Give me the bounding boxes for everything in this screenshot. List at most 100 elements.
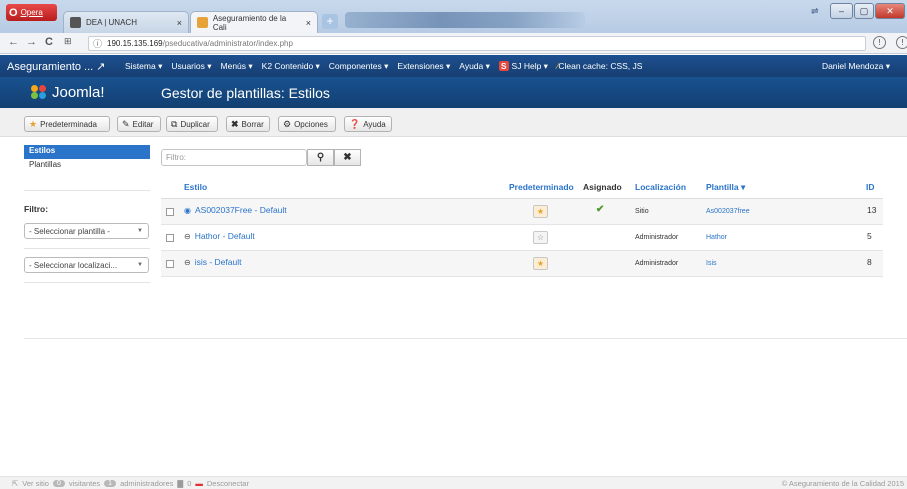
style-name-link[interactable]: ◉ AS002037Free - Default [184, 205, 287, 215]
opera-turbo-icon[interactable]: ! [873, 36, 886, 49]
check-icon: ✔ [596, 204, 605, 215]
tab-close-icon[interactable]: × [177, 18, 182, 28]
default-star-icon[interactable]: ★ [533, 257, 548, 270]
star-icon: ★ [29, 118, 38, 129]
row-checkbox[interactable] [166, 208, 174, 216]
sj-help-icon: S [498, 60, 509, 71]
menu-k2-contenido[interactable]: K2 Contenido ▾ [262, 61, 320, 72]
style-name-link[interactable]: ⊖ isis - Default [184, 257, 241, 267]
style-name-link[interactable]: ⊖ Hathor - Default [184, 231, 255, 241]
sort-style-header[interactable]: Estilo [184, 182, 207, 192]
page-header: Joomla! Gestor de plantillas: Estilos [0, 77, 907, 108]
menu-ayuda[interactable]: Ayuda ▾ [459, 61, 490, 72]
template-link[interactable]: As002037free [706, 208, 750, 215]
joomla-logo[interactable]: Joomla! [0, 84, 150, 101]
reload-icon[interactable]: C [45, 36, 53, 48]
location-cell: Administrador [635, 234, 679, 241]
page-favicon-icon [70, 17, 81, 28]
logout-icon: ▬ [195, 479, 203, 488]
table-row: ⊖ Hathor - Default ☆ Administrador Hathor… [161, 225, 883, 251]
menu-componentes[interactable]: Componentes ▾ [329, 61, 389, 72]
clean-cache-label: Clean cache: CSS, JS [558, 61, 643, 71]
maximize-icon[interactable]: ▢ [854, 3, 874, 19]
filter-title: Filtro: [24, 204, 49, 214]
menu-sistema[interactable]: Sistema ▾ [125, 61, 162, 72]
table-row: ⊖ isis - Default ★ Administrador Isis 8 [161, 251, 883, 277]
options-button[interactable]: ⚙ Opciones [278, 116, 336, 132]
view-site-link[interactable]: Ver sitio [22, 479, 49, 488]
new-tab-button[interactable]: + [322, 14, 338, 29]
action-toolbar: ★ Predeterminada ✎ Editar ⧉ Duplicar ✖ Borra… [0, 108, 907, 137]
styles-table: Estilo Predeterminado Asignado Localizac… [161, 175, 883, 277]
sidebar-item-plantillas[interactable]: Plantillas [24, 159, 150, 173]
edit-button-label: Editar [132, 119, 154, 129]
sort-id-header[interactable]: ID [866, 182, 875, 192]
external-link-icon: ⇱ [12, 479, 19, 488]
tab-dea-unach[interactable]: DEA | UNACH × [63, 11, 189, 33]
row-checkbox[interactable] [166, 260, 174, 268]
search-button[interactable]: ⚲ [307, 149, 334, 166]
default-star-icon[interactable]: ★ [533, 205, 548, 218]
delete-button-label: Borrar [241, 119, 264, 129]
sidebar-divider [24, 248, 150, 249]
eye-icon: ◉ [184, 205, 191, 215]
copyright-text: © Aseguramiento de la Calidad 2015 [781, 479, 904, 488]
menu-sj-help[interactable]: S SJ Help ▾ [498, 60, 548, 72]
clear-search-button[interactable]: ✖ [334, 149, 361, 166]
row-checkbox[interactable] [166, 234, 174, 242]
question-icon: ❓ [349, 118, 361, 129]
location-select[interactable]: - Seleccionar localizaci... ▼ [24, 257, 149, 273]
sort-default-header[interactable]: Predeterminado [509, 182, 574, 192]
edit-button[interactable]: ✎ Editar [117, 116, 161, 132]
admins-count-badge: 1 [104, 480, 117, 487]
forward-icon[interactable]: → [26, 36, 37, 48]
default-button[interactable]: ★ Predeterminada [24, 116, 110, 132]
minus-circle-icon: ⊖ [184, 257, 191, 267]
tab-aseguramiento[interactable]: Aseguramiento de la Cali × [190, 11, 318, 33]
logout-link[interactable]: Desconectar [207, 479, 249, 488]
site-info-icon[interactable]: ⓘ [93, 37, 102, 50]
template-select[interactable]: - Seleccionar plantilla - ▼ [24, 223, 149, 239]
copy-icon: ⧉ [171, 118, 178, 129]
opera-menu-button[interactable]: O Opera [6, 4, 57, 21]
default-star-icon[interactable]: ☆ [533, 231, 548, 244]
submenu-sidebar: Estilos Plantillas [24, 145, 150, 173]
location-cell: Administrador [635, 260, 679, 267]
delete-button[interactable]: ✖ Borrar [226, 116, 270, 132]
joomla-logo-text: Joomla! [52, 84, 105, 101]
default-button-label: Predeterminada [40, 119, 97, 129]
url-field[interactable]: ⓘ 190.15.135.169/pseducativa/administrat… [88, 36, 866, 51]
site-brand-link[interactable]: Aseguramiento ... ↗ [0, 60, 125, 73]
browser-sync-icon[interactable]: ⇌ [811, 6, 819, 17]
browser-titlebar: O Opera DEA | UNACH × Aseguramiento de l… [0, 0, 907, 33]
back-icon[interactable]: ← [8, 36, 19, 48]
brand-label: Aseguramiento ... [7, 60, 97, 73]
extension-icon[interactable]: ! [896, 36, 907, 49]
help-button-label: Ayuda [363, 119, 386, 129]
sidebar-divider [24, 190, 150, 191]
style-name: isis - Default [194, 257, 242, 267]
speed-dial-icon[interactable]: ⊞ [64, 36, 72, 47]
menu-usuarios[interactable]: Usuarios ▾ [171, 61, 211, 72]
template-link[interactable]: Isis [706, 260, 717, 267]
sidebar-item-estilos[interactable]: Estilos [24, 145, 150, 159]
sort-location-header[interactable]: Localización [635, 182, 686, 192]
sidebar-divider [24, 282, 150, 283]
tab-close-icon[interactable]: × [306, 18, 311, 28]
opera-menu-label: Opera [20, 8, 43, 17]
duplicate-button[interactable]: ⧉ Duplicar [166, 116, 218, 132]
filter-search-input[interactable]: Filtro: [161, 149, 307, 166]
admins-label: administradores [120, 479, 174, 488]
minimize-icon[interactable]: – [830, 3, 853, 19]
help-button[interactable]: ❓ Ayuda [344, 116, 392, 132]
user-menu[interactable]: Daniel Mendoza ▾ [822, 61, 890, 72]
gear-icon: ⚙ [283, 118, 292, 129]
menu-menus[interactable]: Menús ▾ [221, 61, 253, 72]
address-bar-row: ← → C ⊞ ⓘ 190.15.135.169/pseducativa/adm… [0, 33, 907, 54]
delete-icon: ✖ [231, 118, 239, 129]
window-close-icon[interactable]: ✕ [875, 3, 905, 19]
sort-template-header[interactable]: Plantilla ▾ [706, 182, 745, 193]
menu-extensiones[interactable]: Extensiones ▾ [397, 61, 450, 72]
clean-cache-link[interactable]: ⁄Clean cache: CSS, JS [557, 61, 643, 71]
template-link[interactable]: Hathor [706, 234, 727, 241]
